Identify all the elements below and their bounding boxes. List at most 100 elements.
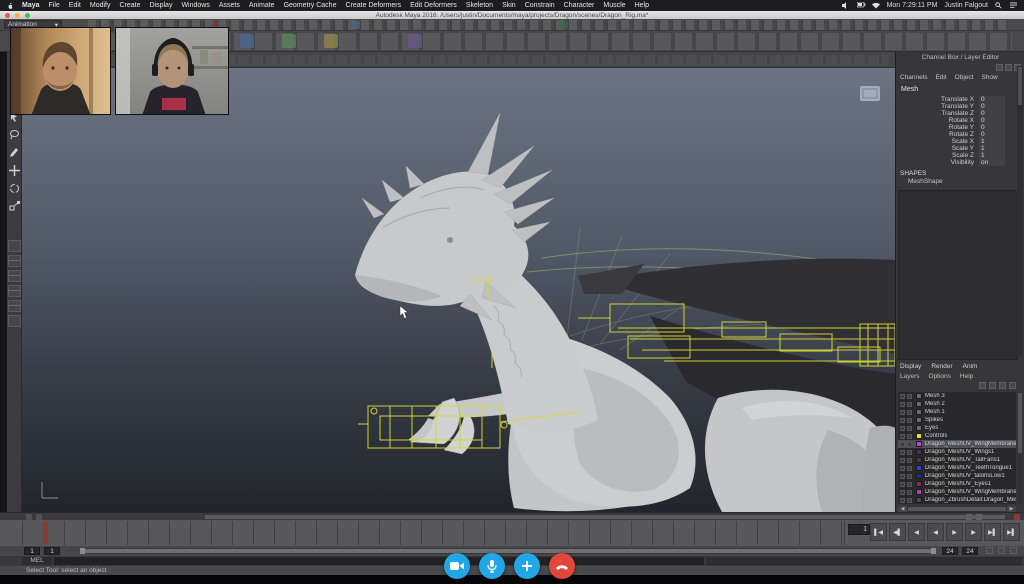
layer-visibility-toggle[interactable] bbox=[900, 490, 905, 495]
channel-box-menu[interactable]: Show bbox=[981, 74, 997, 81]
command-line-mode-button[interactable]: MEL bbox=[22, 557, 52, 565]
new-layer-from-selected-icon[interactable] bbox=[1009, 382, 1016, 389]
layer-color-swatch[interactable] bbox=[916, 441, 922, 447]
layer-row[interactable]: Dragon_MeshUV_TeethTongue1 bbox=[898, 464, 1016, 472]
anim-start-field[interactable]: 1 bbox=[24, 547, 40, 555]
channel-value[interactable]: 0 bbox=[979, 96, 1005, 103]
layer-editor-tab[interactable]: Anim bbox=[963, 363, 978, 370]
range-start-handle[interactable] bbox=[80, 548, 85, 554]
mac-menu-item[interactable]: Assets bbox=[219, 2, 240, 9]
channel-row[interactable]: Translate Z0 bbox=[896, 110, 1020, 117]
layer-visibility-toggle[interactable] bbox=[900, 434, 905, 439]
layer-row[interactable]: Dragon_ZbrushDetail:Dragon_MeshUV1 bbox=[898, 496, 1016, 504]
layer-playback-toggle[interactable] bbox=[907, 482, 912, 487]
channel-row[interactable]: Translate X0 bbox=[896, 96, 1020, 103]
mac-menu-item[interactable]: Help bbox=[635, 2, 649, 9]
shelf-cylinder-icon[interactable] bbox=[324, 34, 338, 48]
mac-menu-item[interactable]: Muscle bbox=[603, 2, 625, 9]
transport-button[interactable]: ▶ bbox=[946, 523, 963, 541]
layer-row[interactable]: Controls bbox=[898, 432, 1016, 440]
move-tool[interactable] bbox=[8, 164, 21, 177]
layout-persp-outliner-button[interactable] bbox=[8, 270, 21, 282]
transport-button[interactable]: ▶▌ bbox=[984, 523, 1001, 541]
layer-playback-toggle[interactable] bbox=[907, 434, 912, 439]
rotate-tool[interactable] bbox=[8, 182, 21, 195]
video-camera-button[interactable] bbox=[444, 553, 470, 579]
layer-editor-menu[interactable]: Options bbox=[929, 373, 951, 380]
new-empty-layer-icon[interactable] bbox=[999, 382, 1006, 389]
channel-box-object-name[interactable]: Mesh bbox=[901, 86, 918, 93]
layer-visibility-toggle[interactable] bbox=[900, 466, 905, 471]
layer-editor-menu[interactable]: Help bbox=[960, 373, 973, 380]
command-line-input[interactable] bbox=[54, 557, 704, 565]
move-layer-up-icon[interactable] bbox=[979, 382, 986, 389]
lasso-tool[interactable] bbox=[8, 128, 21, 141]
current-frame-field[interactable]: 1 bbox=[848, 524, 870, 535]
layer-playback-toggle[interactable] bbox=[907, 394, 912, 399]
layer-editor-tab[interactable]: Display bbox=[900, 363, 921, 370]
layer-playback-toggle[interactable] bbox=[907, 450, 912, 455]
mac-menu-item[interactable]: Modify bbox=[90, 2, 111, 9]
channel-row[interactable]: Rotate Y0 bbox=[896, 124, 1020, 131]
layout-graph-editor-button[interactable] bbox=[8, 300, 21, 312]
layer-color-swatch[interactable] bbox=[916, 465, 922, 471]
auto-keyframe-toggle-icon[interactable] bbox=[998, 547, 1005, 554]
mac-menu-item[interactable]: Display bbox=[150, 2, 173, 9]
layer-visibility-toggle[interactable] bbox=[900, 426, 905, 431]
mac-menu-item[interactable]: Maya bbox=[22, 2, 40, 9]
mac-menu-item[interactable]: Skin bbox=[502, 2, 516, 9]
layer-color-swatch[interactable] bbox=[916, 425, 922, 431]
mac-menu-item[interactable]: File bbox=[49, 2, 60, 9]
layer-row[interactable]: Dragon_MeshUV_WingMembrane1 bbox=[898, 440, 1016, 448]
layer-playback-toggle[interactable] bbox=[907, 490, 912, 495]
layout-single-pane-button[interactable] bbox=[8, 240, 21, 252]
channel-row[interactable]: Rotate Z0 bbox=[896, 131, 1020, 138]
layer-visibility-toggle[interactable] bbox=[900, 450, 905, 455]
viewport-3d-canvas[interactable] bbox=[22, 68, 895, 512]
layer-visibility-toggle[interactable] bbox=[900, 394, 905, 399]
playback-range-bar[interactable] bbox=[205, 515, 1005, 519]
layer-playback-toggle[interactable] bbox=[907, 498, 912, 503]
mac-menu-item[interactable]: Edit Deformers bbox=[410, 2, 457, 9]
channel-row[interactable]: Visibilityon bbox=[896, 159, 1020, 166]
layer-color-swatch[interactable] bbox=[916, 417, 922, 423]
layer-color-swatch[interactable] bbox=[916, 457, 922, 463]
channel-row[interactable]: Scale Z1 bbox=[896, 152, 1020, 159]
layer-color-swatch[interactable] bbox=[916, 481, 922, 487]
shelf-cube-icon[interactable] bbox=[282, 34, 296, 48]
channel-box-header[interactable]: Channel Box / Layer Editor bbox=[896, 54, 1024, 61]
layer-row[interactable]: Mesh 2 bbox=[898, 400, 1016, 408]
layer-visibility-toggle[interactable] bbox=[900, 442, 905, 447]
channel-row[interactable]: Scale Y1 bbox=[896, 145, 1020, 152]
render-icon[interactable] bbox=[352, 21, 360, 29]
layer-row[interactable]: Dragon_MeshUV_Wings1 bbox=[898, 448, 1016, 456]
layer-visibility-toggle[interactable] bbox=[900, 498, 905, 503]
channel-box-menu[interactable]: Object bbox=[955, 74, 974, 81]
speed-state-icon[interactable] bbox=[1005, 64, 1012, 71]
layer-color-swatch[interactable] bbox=[916, 473, 922, 479]
channel-value[interactable]: 0 bbox=[979, 131, 1005, 138]
layer-playback-toggle[interactable] bbox=[907, 402, 912, 407]
apple-icon[interactable] bbox=[6, 2, 14, 9]
layer-color-swatch[interactable] bbox=[916, 489, 922, 495]
mac-menu-item[interactable]: Geometry Cache bbox=[284, 2, 337, 9]
channel-value[interactable]: 1 bbox=[979, 138, 1005, 145]
layer-row[interactable]: Dragon_MeshUV_Eyes1 bbox=[898, 480, 1016, 488]
channel-value[interactable]: on bbox=[979, 159, 1005, 166]
menu-user-name[interactable]: Justin Falgout bbox=[944, 2, 988, 9]
layer-row[interactable]: Dragon_MeshUV_WingMembrane2 bbox=[898, 488, 1016, 496]
channel-value[interactable]: 1 bbox=[979, 152, 1005, 159]
battery-icon[interactable] bbox=[857, 2, 865, 9]
mac-menu-item[interactable]: Character bbox=[564, 2, 595, 9]
layer-visibility-toggle[interactable] bbox=[900, 474, 905, 479]
mac-menu-item[interactable]: Edit bbox=[69, 2, 81, 9]
layer-row[interactable]: Spikes bbox=[898, 416, 1016, 424]
add-participant-button[interactable] bbox=[514, 553, 540, 579]
shelf-plane-icon[interactable] bbox=[408, 34, 422, 48]
layer-color-swatch[interactable] bbox=[916, 497, 922, 503]
maya-window-titlebar[interactable]: Autodesk Maya 2016: /Users/justin/Docume… bbox=[0, 11, 1024, 19]
time-slider[interactable]: 1 ▌◀◀▌◀◀▶▶▶▌▶▌ bbox=[0, 520, 1024, 546]
layer-visibility-toggle[interactable] bbox=[900, 482, 905, 487]
layer-playback-toggle[interactable] bbox=[907, 458, 912, 463]
layer-row[interactable]: Dragon_MeshUV_TailFans1 bbox=[898, 456, 1016, 464]
